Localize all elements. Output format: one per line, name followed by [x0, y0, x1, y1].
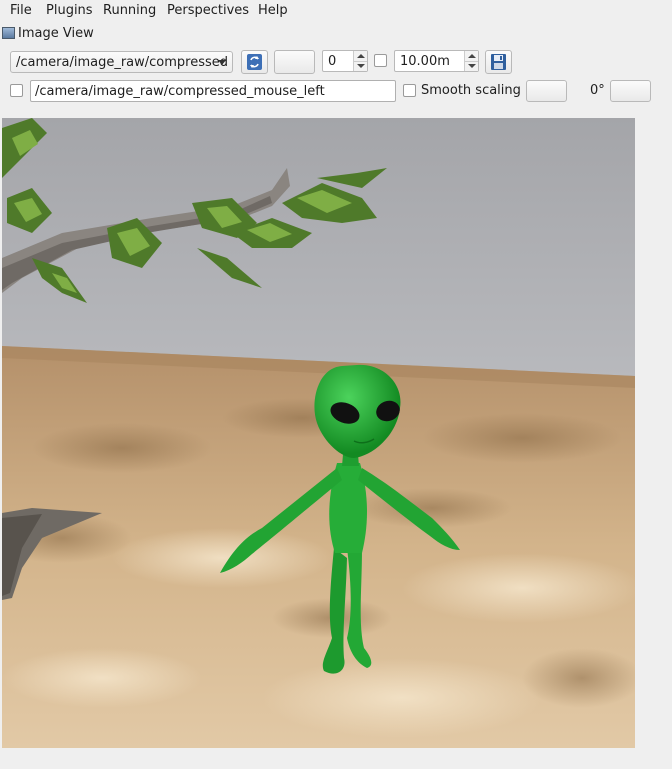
- rotate-left-button[interactable]: [526, 80, 567, 102]
- save-image-button[interactable]: [485, 50, 512, 74]
- menu-plugins[interactable]: Plugins: [46, 3, 93, 18]
- decrement-icon[interactable]: [464, 61, 478, 71]
- rotation-label: 0°: [590, 83, 605, 98]
- frame-spinbox[interactable]: 0: [322, 50, 368, 72]
- menu-bar: File Plugins Running Perspectives Help: [0, 0, 672, 21]
- camera-image: [2, 118, 635, 748]
- plugin-title: Image View: [18, 26, 94, 41]
- increment-icon[interactable]: [353, 51, 367, 61]
- smooth-scaling-checkbox[interactable]: [403, 84, 416, 97]
- increment-icon[interactable]: [464, 51, 478, 61]
- publish-click-checkbox[interactable]: [10, 84, 23, 97]
- topic-select[interactable]: /camera/image_raw/compressed: [10, 51, 233, 73]
- duration-spinbox[interactable]: 10.00m: [394, 50, 479, 72]
- image-view-icon: [2, 27, 15, 39]
- refresh-topics-button[interactable]: [241, 50, 268, 74]
- chevron-down-icon: [218, 60, 226, 65]
- smooth-scaling-label: Smooth scaling: [421, 83, 521, 98]
- blank-button[interactable]: [274, 50, 315, 74]
- menu-perspectives[interactable]: Perspectives: [167, 3, 249, 18]
- menu-help[interactable]: Help: [258, 3, 288, 18]
- image-viewport[interactable]: [2, 118, 635, 748]
- status-area: [0, 750, 672, 769]
- dynamic-range-checkbox[interactable]: [374, 54, 387, 67]
- save-icon: [491, 54, 506, 70]
- refresh-icon: [247, 54, 262, 70]
- decrement-icon[interactable]: [353, 61, 367, 71]
- menu-running[interactable]: Running: [103, 3, 156, 18]
- plugin-title-bar: Image View: [0, 24, 672, 44]
- rotate-right-button[interactable]: [610, 80, 651, 102]
- menu-file[interactable]: File: [10, 3, 32, 18]
- mouse-topic-input[interactable]: /camera/image_raw/compressed_mouse_left: [30, 80, 396, 102]
